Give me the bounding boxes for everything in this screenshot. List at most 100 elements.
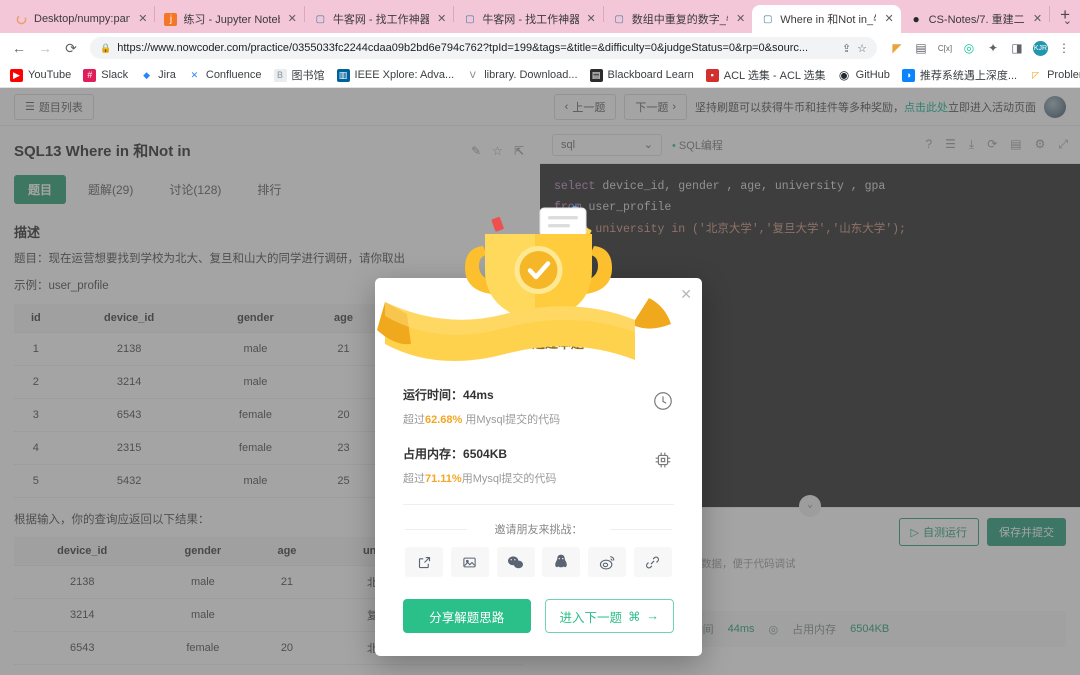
grammarly-icon[interactable]: ◎: [961, 40, 977, 56]
bookmark-ieee[interactable]: ▥ IEEE Xplore: Adva...: [336, 68, 455, 82]
column-header: age: [255, 536, 319, 566]
tab-ranking[interactable]: 排行: [243, 175, 295, 204]
image-icon[interactable]: [450, 547, 489, 577]
runtime-title: 运行时间：44ms: [403, 386, 674, 403]
extension-puzzle-icon[interactable]: ✦: [985, 40, 1001, 56]
weibo-icon[interactable]: [588, 547, 627, 577]
bookmark-recsys[interactable]: ◑ 推荐系统遇上深度...: [901, 67, 1018, 83]
help-icon[interactable]: ?: [925, 137, 932, 152]
divider: [403, 504, 674, 505]
qq-icon[interactable]: [542, 547, 581, 577]
cell: 21: [255, 565, 319, 599]
question-tabs: 题目 题解(29) 讨论(128) 排行: [14, 175, 524, 204]
question-title-icons: ✎ ☆ ⇱: [471, 144, 524, 158]
browser-tab-0[interactable]: Desktop/numpy:pand ✕: [6, 5, 154, 33]
close-icon[interactable]: ✕: [138, 13, 147, 25]
bookmark-github[interactable]: ◉ GitHub: [837, 68, 890, 82]
close-icon[interactable]: ✕: [587, 13, 596, 25]
refresh-icon[interactable]: ⟳: [987, 137, 997, 152]
bookmark-jira[interactable]: ◆ Jira: [140, 68, 176, 82]
close-icon[interactable]: ✕: [736, 13, 745, 25]
bookmark-label: IEEE Xplore: Adva...: [354, 69, 455, 81]
cell: 6543: [57, 398, 201, 432]
tab-solutions[interactable]: 题解(29): [74, 175, 147, 204]
cell: 2138: [14, 565, 151, 599]
share-solution-button[interactable]: 分享解题思路: [403, 599, 531, 633]
code-text: device_id, gender , age, university , gp…: [595, 180, 886, 193]
bookmark-library-download[interactable]: V library. Download...: [466, 68, 578, 82]
star-icon[interactable]: ☆: [492, 144, 503, 158]
split-view-icon[interactable]: ◨: [1009, 40, 1025, 56]
promo-link[interactable]: 点击此处: [904, 102, 948, 114]
star-icon[interactable]: ☆: [857, 42, 867, 55]
browser-tab-4[interactable]: ▢ 数组中重复的数字_牛 ✕: [604, 5, 752, 33]
download-icon[interactable]: ⤓: [969, 137, 974, 152]
forward-icon[interactable]: →: [34, 37, 56, 59]
github-icon: ●: [912, 12, 920, 26]
chevron-down-icon[interactable]: ⌄: [799, 495, 821, 517]
list-icon: ☰: [25, 101, 35, 113]
next-question-button[interactable]: 进入下一题 ⌘ →: [544, 599, 674, 633]
browser-tab-5-active[interactable]: ▢ Where in 和Not in_牛 ✕: [752, 5, 901, 33]
modal-stats: 运行时间：44ms 超过62.68% 用Mysql提交的代码 占用内存：6504…: [375, 386, 702, 633]
wechat-icon[interactable]: [496, 547, 535, 577]
back-icon[interactable]: ←: [8, 37, 30, 59]
list-icon[interactable]: ☰: [945, 137, 956, 152]
command-key-icon: ⌘: [628, 609, 641, 624]
profile-icon[interactable]: KJR: [1033, 40, 1048, 56]
address-bar[interactable]: 🔒 https://www.nowcoder.com/practice/0355…: [90, 37, 877, 59]
cell: male: [150, 598, 256, 632]
bookmark-slack[interactable]: # Slack: [83, 68, 128, 82]
browser-tab-1[interactable]: j 练习 - Jupyter Notebo ✕: [155, 5, 303, 33]
edit-icon[interactable]: ✎: [471, 144, 481, 158]
close-icon[interactable]: ✕: [884, 13, 893, 25]
share-icon[interactable]: ⇱: [514, 144, 524, 158]
reload-icon[interactable]: ⟳: [60, 37, 82, 59]
tab-discussion[interactable]: 讨论(128): [155, 175, 235, 204]
cell: 3214: [14, 598, 151, 632]
memory-label: 占用内存：: [403, 447, 464, 461]
prev-question-button[interactable]: ‹ 上一题: [553, 93, 617, 120]
cell: male: [200, 332, 311, 366]
close-icon[interactable]: ✕: [1033, 13, 1042, 25]
question-list-button[interactable]: ☰ 题目列表: [14, 93, 94, 120]
memory-value: 6504KB: [463, 447, 508, 461]
submit-button[interactable]: 保存并提交: [987, 518, 1066, 546]
fullscreen-icon[interactable]: ⤢: [1058, 137, 1068, 152]
chevron-down-icon[interactable]: ⌄: [1063, 14, 1072, 27]
reader-icon[interactable]: ▤: [913, 40, 929, 56]
browser-tab-2[interactable]: ▢ 牛客网 - 找工作神器| ✕: [305, 5, 453, 33]
bookmark-label: 推荐系统遇上深度...: [919, 70, 1018, 82]
share-icon[interactable]: ⇪: [842, 42, 851, 55]
close-icon[interactable]: ✕: [288, 13, 297, 25]
bookmark-confluence[interactable]: ✕ Confluence: [187, 68, 262, 82]
youtube-icon: ▶: [10, 68, 23, 82]
bookmark-blackboard[interactable]: ▤ Blackboard Learn: [589, 68, 694, 82]
bookmark-library-cn[interactable]: B 图书馆: [273, 67, 325, 83]
cell: 23: [310, 431, 377, 465]
avatar[interactable]: [1044, 95, 1066, 118]
runtime-stat: 运行时间：44ms 超过62.68% 用Mysql提交的代码: [403, 386, 674, 427]
settings-icon[interactable]: ⚙: [1035, 137, 1046, 152]
bookmark-youtube[interactable]: ▶ YouTube: [10, 68, 71, 82]
browser-tab-label: CS-Notes/7. 重建二叉: [928, 14, 1025, 26]
play-icon: ▷: [910, 526, 919, 539]
tab-question[interactable]: 题目: [14, 175, 67, 204]
menu-icon[interactable]: ⋮: [1056, 40, 1072, 56]
cell: 25: [310, 464, 377, 498]
browser-tab-6[interactable]: ● CS-Notes/7. 重建二叉 ✕: [901, 5, 1049, 33]
layout-icon[interactable]: ▤: [1010, 137, 1021, 152]
external-link-icon[interactable]: [405, 547, 443, 577]
memory-percent: 71.11%: [425, 473, 462, 485]
translate-icon[interactable]: C[x]: [937, 40, 953, 56]
next-question-button[interactable]: 下一题 ›: [624, 93, 687, 120]
bookmark-acl[interactable]: ▪ ACL 选集 - ACL 选集: [705, 67, 826, 83]
browser-tab-3[interactable]: ▢ 牛客网 - 找工作神器| ✕: [454, 5, 602, 33]
language-select[interactable]: sql ⌄: [552, 133, 662, 156]
close-icon[interactable]: ✕: [680, 286, 692, 303]
bookmark-leetcode[interactable]: ◸ Problems - LeetC...: [1029, 68, 1080, 82]
pocket-icon[interactable]: ◤: [889, 40, 905, 56]
close-icon[interactable]: ✕: [437, 13, 446, 25]
link-icon[interactable]: [633, 547, 672, 577]
run-button[interactable]: ▷ 自测运行: [898, 518, 979, 546]
